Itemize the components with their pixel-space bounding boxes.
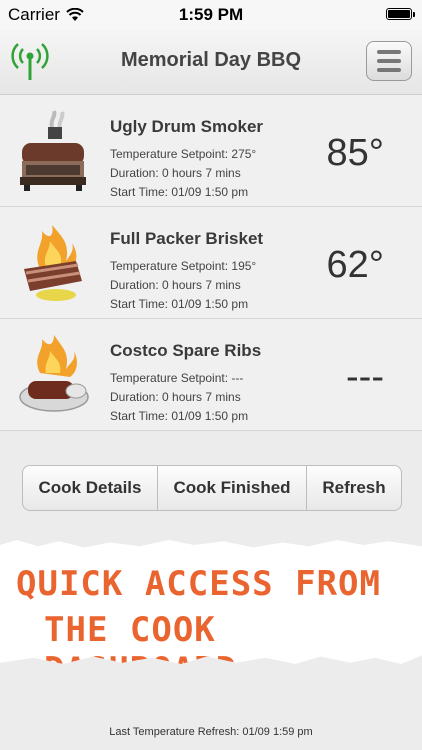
cook-start-time: Start Time: 01/09 1:50 pm — [110, 185, 249, 199]
cook-start-time: Start Time: 01/09 1:50 pm — [110, 409, 249, 423]
cook-setpoint: Temperature Setpoint: 195° — [110, 259, 257, 273]
cook-setpoint: Temperature Setpoint: --- — [110, 371, 244, 385]
cook-row-ribs[interactable]: Costco Spare Ribs Temperature Setpoint: … — [0, 319, 422, 431]
cook-meta: Temperature Setpoint: 275° Duration: 0 h… — [110, 145, 256, 202]
page-title: Memorial Day BBQ — [120, 49, 302, 71]
nav-header: Memorial Day BBQ — [0, 30, 422, 95]
cook-temperature: --- — [346, 356, 384, 398]
action-segmented-control: Cook Details Cook Finished Refresh — [22, 465, 402, 511]
promo-banner: QUICK ACCESS FROM THE COOK DASHBOARD — [0, 540, 422, 664]
cook-name: Costco Spare Ribs — [110, 341, 262, 360]
cook-row-brisket[interactable]: Full Packer Brisket Temperature Setpoint… — [0, 207, 422, 319]
cook-start-time: Start Time: 01/09 1:50 pm — [110, 297, 249, 311]
cook-duration: Duration: 0 hours 7 mins — [110, 166, 241, 180]
cook-details-button[interactable]: Cook Details — [23, 466, 158, 510]
cook-list: Ugly Drum Smoker Temperature Setpoint: 2… — [0, 95, 422, 431]
cook-name: Ugly Drum Smoker — [110, 117, 264, 136]
cook-name: Full Packer Brisket — [110, 229, 264, 248]
cook-temperature: 85° — [326, 132, 384, 174]
refresh-button[interactable]: Refresh — [307, 466, 401, 510]
banner-line-1: QUICK ACCESS FROM — [16, 564, 381, 604]
last-refresh-label: Last Temperature Refresh: 01/09 1:59 pm — [109, 726, 313, 738]
status-bar: Carrier 1:59 PM — [0, 0, 422, 30]
cook-duration: Duration: 0 hours 7 mins — [110, 390, 241, 404]
cook-row-smoker[interactable]: Ugly Drum Smoker Temperature Setpoint: 2… — [0, 95, 422, 207]
hamburger-icon — [377, 50, 401, 54]
menu-button[interactable] — [366, 41, 412, 81]
ribs-icon — [19, 335, 89, 412]
smoker-icon — [20, 110, 86, 191]
cook-meta: Temperature Setpoint: 195° Duration: 0 h… — [110, 257, 256, 314]
banner-line-2: THE COOK DASHBOARD — [44, 610, 238, 690]
battery-icon — [386, 8, 415, 20]
cook-duration: Duration: 0 hours 7 mins — [110, 278, 241, 292]
cook-finished-button[interactable]: Cook Finished — [158, 466, 307, 510]
cook-setpoint: Temperature Setpoint: 275° — [110, 147, 257, 161]
cook-temperature: 62° — [326, 244, 384, 286]
brisket-icon — [24, 225, 82, 301]
status-time: 1:59 PM — [178, 5, 244, 24]
cook-meta: Temperature Setpoint: --- Duration: 0 ho… — [110, 369, 248, 426]
